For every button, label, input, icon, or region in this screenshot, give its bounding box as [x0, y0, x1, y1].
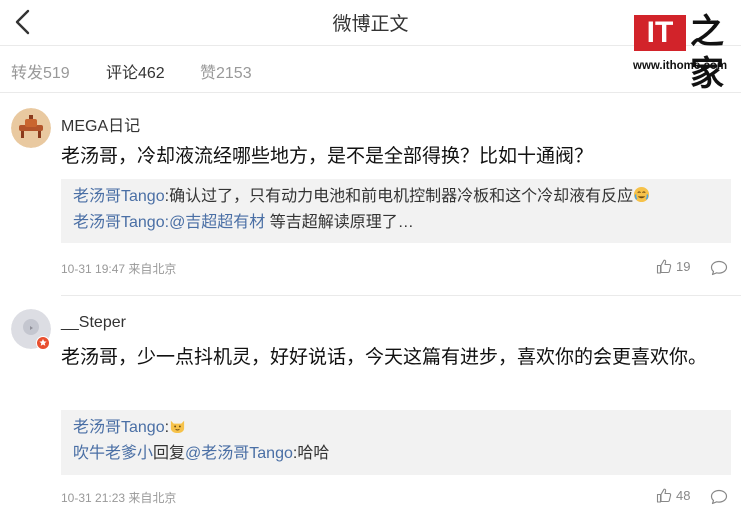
comment-text: 老汤哥，冷却液流经哪些地方，是不是全部得换？比如十通阀？ — [61, 146, 594, 167]
reply-mention[interactable]: @老汤哥Tango — [185, 445, 293, 462]
thumb-up-icon — [656, 488, 672, 503]
reply-line: 吹牛老爹小回复@老汤哥Tango:哈哈 — [73, 441, 719, 467]
reply-mention[interactable]: @吉超超有材 — [169, 214, 265, 231]
tab-comments[interactable]: 评论462 — [106, 59, 165, 83]
reply-text: 确认过了，只有动力电池和前电机控制器冷板和这个冷却液有反应 — [169, 188, 634, 205]
comment-bubble-icon[interactable] — [710, 489, 728, 505]
comment-location: 来自北京 — [128, 262, 177, 276]
cat-face-emoji-icon — [170, 420, 185, 434]
comment-meta: 10-31 19:47 来自北京 — [61, 260, 176, 277]
reply-box[interactable]: 老汤哥Tango: 吹牛老爹小回复@老汤哥Tango:哈哈 — [61, 410, 731, 475]
tab-reposts[interactable]: 转发519 — [11, 59, 70, 83]
reply-author[interactable]: 吹牛老爹小 — [73, 445, 153, 462]
like-button[interactable]: 48 — [656, 488, 690, 503]
logo-it-mark: IT — [634, 15, 686, 51]
reply-line: 老汤哥Tango:确认过了，只有动力电池和前电机控制器冷板和这个冷却液有反应 — [73, 184, 719, 210]
reply-word: 回复 — [153, 445, 186, 462]
reply-box[interactable]: 老汤哥Tango:确认过了，只有动力电池和前电机控制器冷板和这个冷却液有反应 老… — [61, 179, 731, 243]
comment-divider — [61, 295, 741, 296]
like-count: 19 — [676, 259, 691, 274]
like-count: 48 — [676, 488, 691, 503]
thumb-up-icon — [656, 259, 672, 274]
comment-time: 10-31 21:23 — [61, 491, 126, 505]
verified-badge-icon — [36, 336, 50, 350]
tab-bar: 转发519 评论462 赞2153 — [0, 47, 741, 93]
reply-text: 等吉超解读原理了… — [265, 214, 414, 231]
reply-text: :哈哈 — [292, 445, 330, 462]
reply-author[interactable]: 老汤哥Tango — [73, 188, 165, 205]
comment-text: 老汤哥，少一点抖机灵，好好说话，今天这篇有进步，喜欢你的会更喜欢你。 — [61, 347, 708, 368]
crying-laughing-emoji-icon — [634, 186, 650, 203]
comment-time: 10-31 19:47 — [61, 262, 126, 276]
comment-meta: 10-31 21:23 来自北京 — [61, 489, 176, 506]
username[interactable]: MEGA日记 — [61, 112, 140, 136]
username[interactable]: __Steper — [61, 314, 126, 332]
reply-author[interactable]: 老汤哥Tango — [73, 214, 165, 231]
reply-line: 老汤哥Tango: — [73, 415, 719, 441]
avatar[interactable] — [11, 108, 51, 148]
comment-location: 来自北京 — [128, 491, 177, 505]
tab-likes[interactable]: 赞2153 — [200, 59, 252, 83]
comment-bubble-icon[interactable] — [710, 260, 728, 276]
like-button[interactable]: 19 — [656, 259, 690, 274]
reply-line: 老汤哥Tango:@吉超超有材 等吉超解读原理了… — [73, 210, 719, 236]
reply-author[interactable]: 老汤哥Tango — [73, 419, 165, 436]
